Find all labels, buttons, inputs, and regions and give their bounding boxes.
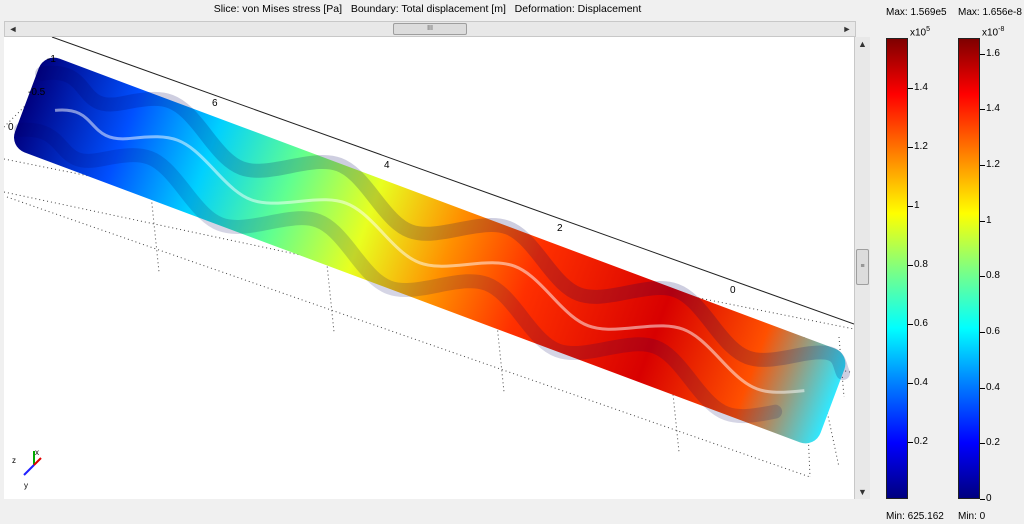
colorbar2-tick-mark [980,332,985,333]
deformation-title: Deformation: Displacement [514,3,642,15]
colorbar1-tick-label: 1 [914,200,920,211]
colorbar1-tick-mark [908,88,913,89]
colorbar2-tick-mark [980,443,985,444]
graphics-canvas[interactable]: -1 -0.5 0 6 4 2 0 z x y [3,36,855,499]
colorbar1-tick-mark [908,324,913,325]
colorbar1-tick-label: 0.2 [914,436,928,447]
scroll-down-icon[interactable]: ▼ [855,485,870,499]
colorbar2-tick-label: 0 [986,493,992,504]
colorbar2-tick-label: 1 [986,215,992,226]
axis-triad-icon: z x y [12,448,42,490]
colorbar2-tick-label: 1.6 [986,48,1000,59]
colorbar2-tick-label: 0.6 [986,326,1000,337]
model-view[interactable]: -1 -0.5 0 6 4 2 0 z x y [3,36,855,499]
axis-tick-x6: 6 [212,98,218,109]
horizontal-scrollbar[interactable]: ◄ III ► [4,21,856,37]
colorbar1-tick-label: 1.4 [914,82,928,93]
colorbar2-gradient [958,38,980,499]
axis-tick-0-left: 0 [8,122,14,133]
axis-tick-x4: 4 [384,160,390,171]
colorbar2-min: Min: 0 [958,511,986,522]
colorbar1-tick-mark [908,265,913,266]
colorbar1-tick-label: 1.2 [914,141,928,152]
vertical-scroll-thumb[interactable]: ≡ [856,249,869,285]
colorbar2-tick-label: 1.2 [986,159,1000,170]
plot-title: Slice: von Mises stress [Pa] Boundary: T… [0,3,855,15]
scroll-up-icon[interactable]: ▲ [855,37,870,51]
colorbar2-tick-label: 0.2 [986,437,1000,448]
colorbar2-tick-mark [980,54,985,55]
axis-tick-x0: 0 [730,285,736,296]
colorbar2-max: Max: 1.656e-8 [958,7,1022,18]
colorbar2-tick-mark [980,388,985,389]
colorbar2-tick-label: 0.8 [986,270,1000,281]
colorbar2-tick-mark [980,109,985,110]
colorbar1-tick-label: 0.8 [914,259,928,270]
horizontal-scroll-thumb[interactable]: III [393,23,467,35]
triad-y-label: y [24,481,28,490]
axis-tick-n05: -0.5 [28,87,46,98]
colorbar2-exponent: x10-8 [982,26,1005,39]
vertical-scrollbar[interactable]: ▲ ≡ ▼ [854,37,870,499]
axis-tick-n1: -1 [47,54,56,65]
stent-model [14,57,850,444]
slice-title: Slice: von Mises stress [Pa] [213,3,343,15]
colorbar1-tick-mark [908,442,913,443]
colorbar1-tick-mark [908,206,913,207]
colorbar2-tick-mark [980,276,985,277]
colorbar2-tick-mark [980,499,985,500]
colorbar1-tick-label: 0.6 [914,318,928,329]
colorbar2-tick-mark [980,165,985,166]
triad-z-label: z [12,456,16,465]
colorbar1-max: Max: 1.569e5 [886,7,947,18]
colorbar1-tick-mark [908,147,913,148]
colorbar1-exponent: x105 [910,26,931,39]
colorbar2-tick-mark [980,221,985,222]
scroll-right-icon[interactable]: ► [839,22,855,36]
colorbar1-min: Min: 625.162 [886,511,944,522]
axis-tick-x2: 2 [557,223,563,234]
colorbar1-tick-mark [908,383,913,384]
colorbar2-tick-label: 1.4 [986,103,1000,114]
scroll-left-icon[interactable]: ◄ [5,22,21,36]
colorbar2-tick-label: 0.4 [986,382,1000,393]
triad-x-label: x [35,448,39,457]
colorbar1-tick-label: 0.4 [914,377,928,388]
colorbar1-gradient [886,38,908,499]
boundary-title: Boundary: Total displacement [m] [350,3,506,15]
